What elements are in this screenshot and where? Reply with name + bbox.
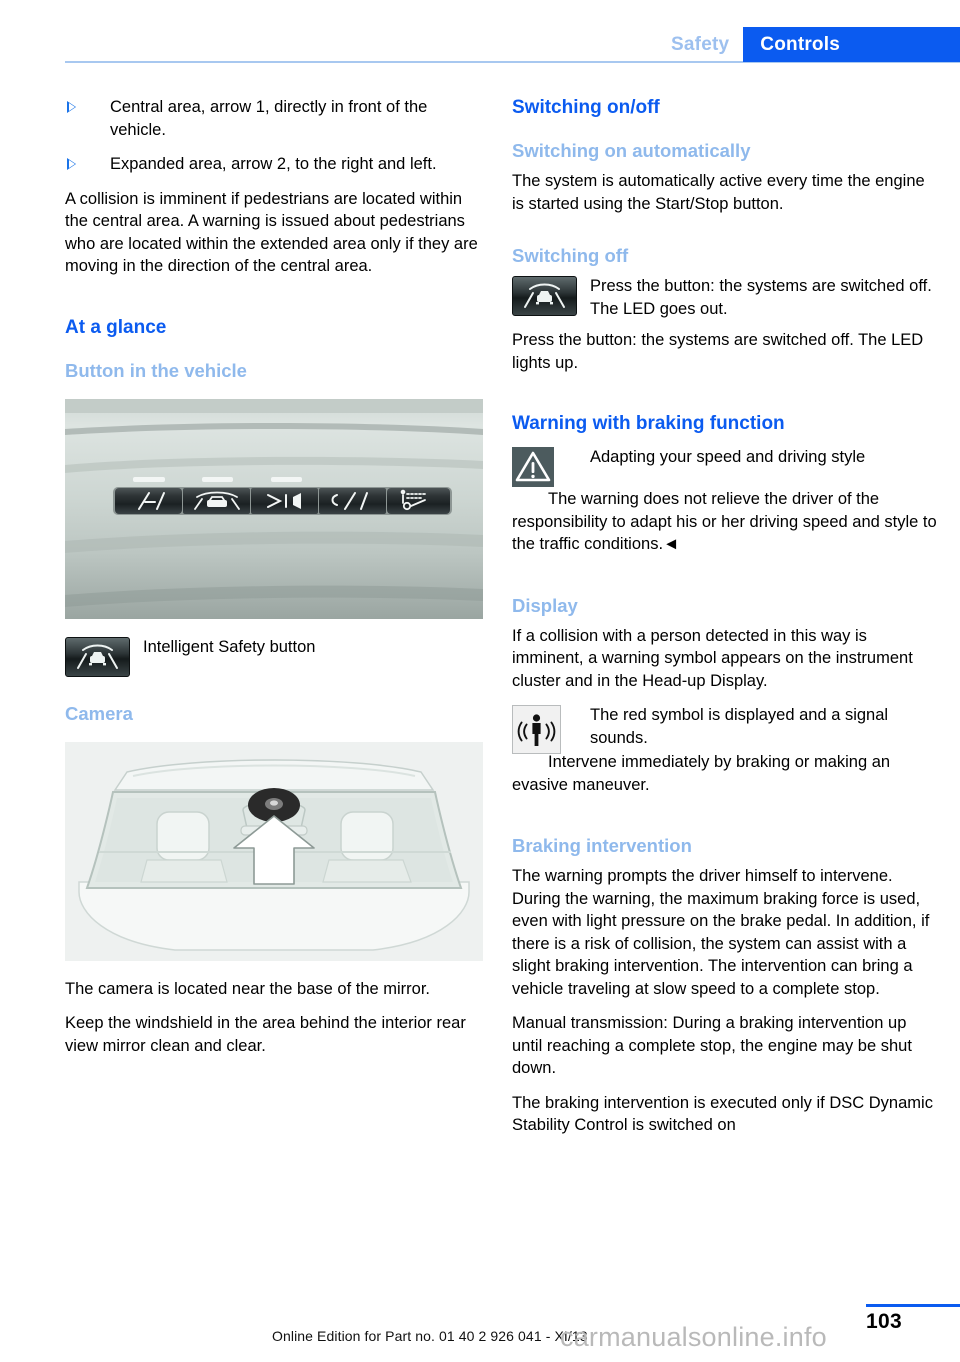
- figure-button-panel-photo: [65, 398, 483, 619]
- paragraph-keep-windshield-clean: Keep the windshield in the area behind t…: [65, 1014, 466, 1055]
- pedestrian-symbol-row: The red symbol is displayed and a signal…: [512, 704, 937, 754]
- pedestrian-with-sound-waves-icon: [517, 714, 556, 746]
- heading-braking-intervention: Braking intervention: [512, 835, 692, 856]
- list-item: Expanded area, arrow 2, to the right and…: [65, 153, 483, 176]
- intelligent-safety-button-icon: [65, 636, 130, 677]
- heading-at-a-glance: At a glance: [65, 316, 167, 338]
- switching-off-icon-row: Press the button: the systems are switch…: [512, 275, 937, 320]
- list-item-label: Central area, arrow 1, directly in front…: [110, 98, 428, 139]
- paragraph-braking-3: The braking intervention is executed onl…: [512, 1093, 933, 1135]
- breadcrumb: Safety Controls: [671, 27, 960, 62]
- tab-safety[interactable]: Safety: [671, 27, 743, 62]
- page-header: Safety Controls: [0, 0, 960, 64]
- page-number-rule: [866, 1304, 960, 1307]
- windshield-camera-illustration: [65, 741, 483, 961]
- heading-warning-with-braking-function: Warning with braking function: [512, 413, 785, 434]
- triangle-bullet-icon: [67, 158, 76, 170]
- page-number: 103: [866, 1310, 902, 1333]
- heading-switching-on-automatically: Switching on automatically: [512, 140, 751, 161]
- paragraph-camera-location: The camera is located near the base of t…: [65, 979, 431, 998]
- pedestrian-warning-icon: [512, 705, 561, 754]
- list-item-label: Expanded area, arrow 2, to the right and…: [110, 155, 437, 173]
- paragraph-intervene-immediately: Intervene immediately by braking or maki…: [512, 753, 891, 794]
- paragraph-collision-areas: A collision is imminent if pedestrians a…: [65, 189, 478, 276]
- paragraph-display: If a collision with a person detected in…: [512, 626, 913, 690]
- list-item: Central area, arrow 1, directly in front…: [65, 96, 483, 141]
- heading-camera: Camera: [65, 702, 133, 724]
- figure-camera-location-photo: [65, 741, 483, 961]
- intelligent-safety-caption-row: Intelligent Safety button: [65, 636, 483, 677]
- heading-switching-on-off: Switching on/off: [512, 97, 660, 118]
- button-panel-illustration: [65, 398, 483, 619]
- right-column: Switching on/off Switching on automatica…: [512, 96, 937, 1137]
- paragraph-braking-2: Manual transmission: During a braking in…: [512, 1014, 912, 1077]
- car-under-arch-icon: [77, 644, 118, 669]
- warning-notice-title: Adapting your speed and driving style: [590, 448, 866, 466]
- car-under-arch-icon: [524, 283, 565, 308]
- warning-notice-row: Adapting your speed and driving style: [512, 446, 937, 487]
- tab-controls[interactable]: Controls: [743, 27, 960, 62]
- pedestrian-symbol-label: The red symbol is displayed and a signal…: [590, 706, 889, 747]
- exclamation-triangle-icon: [515, 451, 551, 482]
- heading-display: Display: [512, 594, 578, 616]
- heading-switching-off: Switching off: [512, 245, 629, 266]
- paragraph-switching-on-automatically: The system is automatically active every…: [512, 172, 925, 213]
- heading-button-in-the-vehicle: Button in the vehicle: [65, 359, 247, 381]
- warning-notice-body: The warning does not relieve the driver …: [512, 490, 937, 553]
- triangle-bullet-icon: [67, 101, 76, 113]
- warning-triangle-icon: [512, 447, 554, 487]
- paragraph-braking-1: The warning prompts the driver himself t…: [512, 867, 930, 998]
- left-column: Central area, arrow 1, directly in front…: [65, 96, 483, 1057]
- intelligent-safety-button-icon: [512, 276, 577, 316]
- bullet-list: Central area, arrow 1, directly in front…: [65, 96, 483, 176]
- paragraph-switching-off: Press the button: the systems are switch…: [512, 331, 924, 372]
- edition-notice: Online Edition for Part no. 01 40 2 926 …: [272, 1328, 588, 1344]
- site-watermark: carmanualsonline.info: [560, 1322, 827, 1352]
